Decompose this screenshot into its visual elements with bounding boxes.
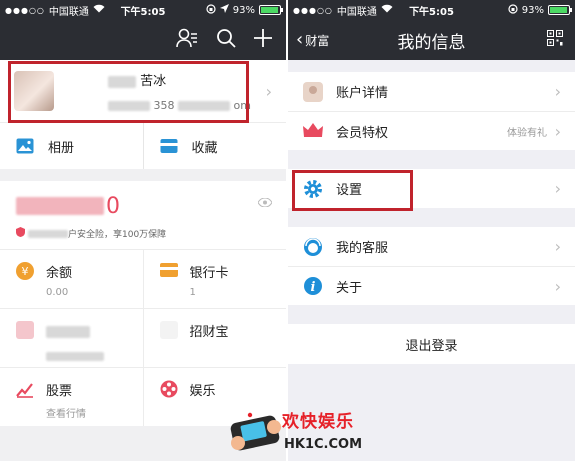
album-label: 相册: [48, 140, 75, 156]
tile-balance[interactable]: ¥ 余额 0.00: [0, 250, 143, 308]
album-button[interactable]: 相册: [0, 123, 143, 169]
svg-text:i: i: [311, 280, 316, 295]
blurred-tile-label: [46, 325, 90, 338]
blurred-amount: [16, 197, 104, 215]
bank-card-icon: [159, 262, 178, 280]
qr-code-icon[interactable]: [547, 30, 575, 50]
row-customer-service[interactable]: 我的客服 ›: [288, 227, 575, 266]
plus-icon[interactable]: [254, 29, 272, 51]
favorites-icon: [160, 138, 178, 154]
chevron-right-icon: ›: [554, 276, 561, 296]
zhaocaibao-icon: [159, 321, 178, 339]
tile-zhaocaibao[interactable]: 招财宝: [142, 309, 286, 367]
film-reel-icon: [160, 380, 178, 398]
chevron-right-icon: ›: [554, 82, 561, 101]
battery-icon: [548, 5, 572, 15]
photo-album-icon: [16, 138, 34, 154]
back-label: 财富: [305, 33, 330, 48]
status-bar: ●●●○○ 中国联通 下午5:05 93%: [0, 0, 286, 20]
row-sub-label: 体验有礼: [507, 127, 547, 139]
insurance-text: 户安全险，享100万保障: [68, 230, 167, 240]
chevron-right-icon: ›: [554, 179, 561, 198]
svg-text:¥: ¥: [22, 265, 29, 278]
blurred-icon: [16, 321, 34, 339]
tile-blurred[interactable]: [0, 309, 143, 367]
row-label: 会员特权: [336, 125, 389, 141]
back-button[interactable]: ‹ 财富: [288, 31, 329, 49]
row-member-privileges[interactable]: 会员特权 体验有礼 ›: [288, 111, 575, 150]
settings-highlight-box: [292, 170, 413, 211]
info-icon: i: [302, 275, 324, 297]
tile-stocks[interactable]: 股票 查看行情: [0, 368, 143, 426]
shield-icon: [16, 227, 25, 240]
chevron-left-icon: ‹: [296, 29, 304, 50]
page-title: 我的信息: [397, 32, 466, 53]
eye-icon[interactable]: [257, 197, 273, 210]
quick-actions: 相册 收藏: [0, 122, 286, 169]
crown-icon: [302, 120, 324, 142]
customer-service-icon: [302, 236, 324, 258]
row-label: 关于: [336, 280, 363, 296]
status-time: 下午5:05: [409, 6, 454, 18]
chevron-right-icon: ›: [554, 121, 561, 141]
right-phone-screen: ●●●○○ 中国联通 下午5:05 93% ‹ 财富 我的信息 账户详情 › 会…: [288, 0, 575, 461]
tile-label: 股票: [46, 384, 73, 399]
row-account-details[interactable]: 账户详情 ›: [288, 72, 575, 111]
tiles-row-2: 招财宝: [0, 308, 286, 367]
row-about[interactable]: i 关于 ›: [288, 266, 575, 305]
settings-group-3: 我的客服 › i 关于 ›: [288, 227, 575, 305]
watermark: 欢快娱乐 HK1C.COM: [226, 403, 376, 461]
blurred-insurance: [28, 229, 68, 238]
watermark-url: HK1C.COM: [284, 437, 363, 452]
tile-sub: 查看行情: [46, 409, 86, 420]
top-nav-bar: [0, 20, 286, 60]
profile-highlight-box: [8, 61, 249, 123]
left-phone-screen: ●●●○○ 中国联通 下午5:05 93% 苦冰 358 om › 相册 收藏 …: [0, 0, 286, 461]
total-assets-card[interactable]: 0 户安全险，享100万保障: [0, 181, 286, 249]
top-nav-bar: ‹ 财富 我的信息: [288, 20, 575, 60]
tile-label: 余额: [46, 266, 73, 281]
amount-tail: 0: [106, 193, 120, 219]
settings-group-1: 账户详情 › 会员特权 体验有礼 ›: [288, 72, 575, 150]
logout-button[interactable]: 退出登录: [288, 324, 575, 364]
add-friend-icon[interactable]: [176, 28, 198, 52]
balance-coin-icon: ¥: [16, 262, 34, 280]
status-bar: ●●●○○ 中国联通 下午5:05 93%: [288, 0, 575, 20]
search-icon[interactable]: [216, 28, 236, 52]
watermark-title: 欢快娱乐: [282, 412, 354, 432]
row-label: 账户详情: [336, 86, 389, 101]
watermark-logo-icon: [230, 412, 281, 451]
favorites-label: 收藏: [191, 140, 218, 156]
tile-label: 招财宝: [189, 325, 229, 340]
tile-label: 娱乐: [189, 384, 216, 399]
tile-sub: 0.00: [46, 287, 69, 298]
account-avatar-icon: [302, 81, 324, 103]
chevron-right-icon: ›: [554, 237, 561, 256]
blurred-tile-sub: [46, 352, 104, 361]
chevron-right-icon: ›: [265, 81, 272, 101]
favorites-button[interactable]: 收藏: [142, 123, 287, 169]
status-time: 下午5:05: [120, 6, 166, 18]
tile-sub: 1: [189, 287, 196, 298]
battery-icon: [259, 5, 283, 15]
tile-label: 银行卡: [189, 266, 229, 281]
stock-chart-icon: [16, 380, 34, 398]
row-label: 我的客服: [336, 241, 389, 256]
tiles-row-1: ¥ 余额 0.00 银行卡 1: [0, 249, 286, 308]
tile-bank-card[interactable]: 银行卡 1: [142, 250, 286, 308]
